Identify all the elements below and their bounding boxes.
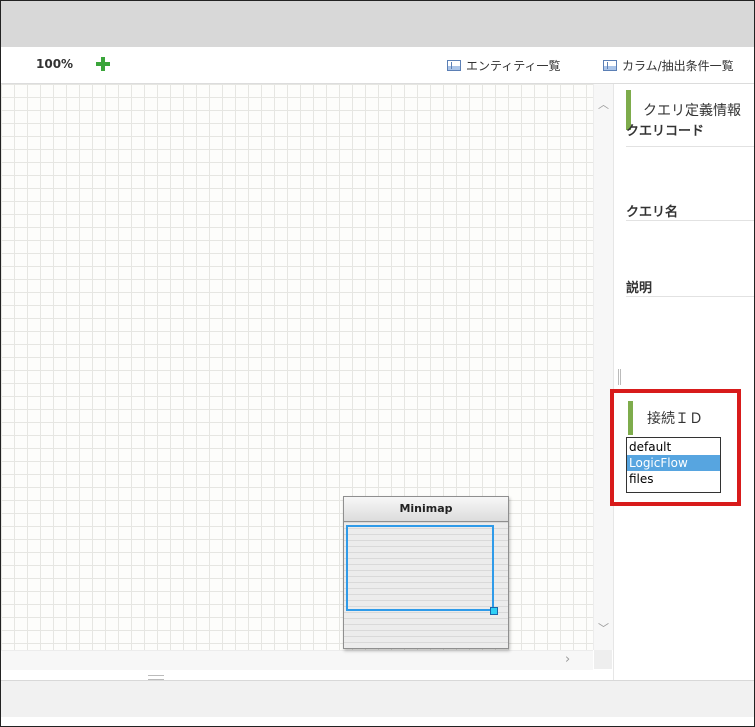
title-bar xyxy=(1,1,754,47)
option-default[interactable]: default xyxy=(627,439,720,455)
minimap[interactable]: Minimap xyxy=(343,496,509,649)
description-label: 説明 xyxy=(626,281,653,296)
connection-id-title: 接続ＩＤ xyxy=(647,411,703,427)
section-title: クエリ定義情報 xyxy=(643,103,741,119)
scroll-right-icon[interactable]: › xyxy=(565,652,570,667)
minimap-title: Minimap xyxy=(344,497,508,522)
entity-list-button[interactable]: エンティティ一覧 xyxy=(447,55,561,75)
scrollbar-corner xyxy=(594,650,612,669)
panel-splitter-vertical[interactable] xyxy=(618,369,621,385)
horizontal-scrollbar[interactable]: › xyxy=(1,650,593,670)
connection-id-highlight: 接続ＩＤ default LogicFlow files xyxy=(610,389,741,506)
plus-icon[interactable] xyxy=(95,56,111,72)
minimap-resize-handle[interactable] xyxy=(490,607,498,615)
query-code-label: クエリコード xyxy=(626,124,705,139)
column-list-label: カラム/抽出条件一覧 xyxy=(622,58,734,73)
panel-icon xyxy=(603,59,617,71)
panel-icon xyxy=(447,59,461,71)
vertical-scrollbar[interactable]: ︿ ﹀ xyxy=(593,84,613,650)
entity-list-label: エンティティ一覧 xyxy=(466,58,561,73)
minimap-body[interactable] xyxy=(344,522,508,648)
query-name-field[interactable] xyxy=(626,220,754,221)
connection-id-listbox[interactable]: default LogicFlow files xyxy=(626,437,721,493)
query-name-label: クエリ名 xyxy=(626,205,679,220)
query-code-field[interactable] xyxy=(626,146,754,147)
option-files[interactable]: files xyxy=(627,471,720,487)
zoom-level[interactable]: 100% xyxy=(36,57,73,71)
app-window: 100% エンティティ一覧 カラム/抽出条件一覧 ︿ ﹀ › Minimap ク… xyxy=(0,0,755,727)
minimap-viewport[interactable] xyxy=(346,525,494,611)
column-list-button[interactable]: カラム/抽出条件一覧 xyxy=(603,55,734,75)
section-connection-id: 接続ＩＤ xyxy=(628,401,703,435)
toolbar: 100% エンティティ一覧 カラム/抽出条件一覧 xyxy=(1,47,754,84)
scroll-up-icon[interactable]: ︿ xyxy=(598,96,609,112)
option-logicflow[interactable]: LogicFlow xyxy=(627,455,720,471)
bottom-panel xyxy=(1,680,754,717)
description-field[interactable] xyxy=(626,296,754,297)
scroll-down-icon[interactable]: ﹀ xyxy=(598,620,609,636)
query-definition-panel: クエリ定義情報 クエリコード クエリ名 説明 xyxy=(613,84,754,680)
